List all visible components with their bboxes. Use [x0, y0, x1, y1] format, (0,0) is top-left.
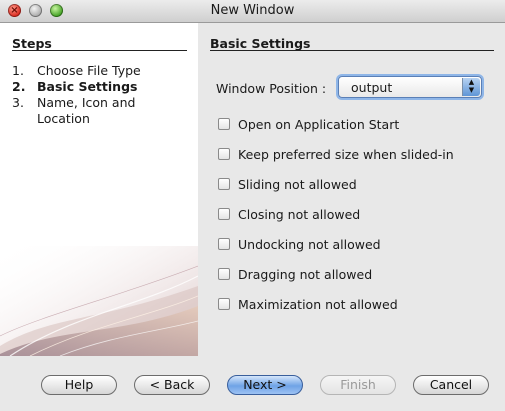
option-label: Undocking not allowed	[238, 237, 381, 252]
next-button[interactable]: Next >	[227, 375, 303, 395]
title-bar: × New Window	[0, 0, 505, 23]
window-position-label: Window Position :	[216, 81, 327, 96]
checkbox[interactable]	[218, 268, 230, 280]
step-number: 2.	[12, 79, 26, 94]
back-button[interactable]: < Back	[134, 375, 210, 395]
step-number: 1.	[12, 63, 24, 78]
step-label: Choose File Type	[37, 63, 141, 78]
option-label: Closing not allowed	[238, 207, 361, 222]
window-title: New Window	[210, 3, 295, 18]
checkbox[interactable]	[218, 178, 230, 190]
steps-list: 1. Choose File Type 2. Basic Settings 3.…	[12, 63, 192, 127]
option-label: Dragging not allowed	[238, 267, 373, 282]
checkbox[interactable]	[218, 118, 230, 130]
steps-divider	[12, 50, 187, 51]
section-heading: Basic Settings	[210, 36, 311, 51]
checkbox[interactable]	[218, 208, 230, 220]
window-position-value: output	[351, 80, 393, 95]
finish-button[interactable]: Finish	[320, 375, 396, 395]
window-position-select[interactable]: output ▲ ▼	[338, 76, 482, 98]
step-item: 1. Choose File Type	[12, 63, 192, 79]
updown-arrows-icon: ▲ ▼	[462, 78, 480, 96]
step-label: Basic Settings	[37, 79, 138, 94]
decorative-swirl-image	[0, 246, 198, 356]
checkbox[interactable]	[218, 148, 230, 160]
checkbox[interactable]	[218, 238, 230, 250]
step-item-current: 2. Basic Settings	[12, 79, 192, 95]
step-label: Name, Icon and Location	[37, 95, 136, 126]
step-number: 3.	[12, 95, 24, 110]
section-divider	[210, 50, 494, 51]
step-item: 3. Name, Icon and Location	[12, 95, 192, 127]
help-button[interactable]: Help	[41, 375, 117, 395]
cancel-button[interactable]: Cancel	[413, 375, 489, 395]
option-label: Sliding not allowed	[238, 177, 357, 192]
steps-panel: Steps 1. Choose File Type 2. Basic Setti…	[0, 23, 198, 356]
option-label: Maximization not allowed	[238, 297, 398, 312]
steps-heading: Steps	[12, 36, 52, 51]
option-label: Keep preferred size when slided-in	[238, 147, 454, 162]
option-label: Open on Application Start	[238, 117, 400, 132]
checkbox[interactable]	[218, 298, 230, 310]
